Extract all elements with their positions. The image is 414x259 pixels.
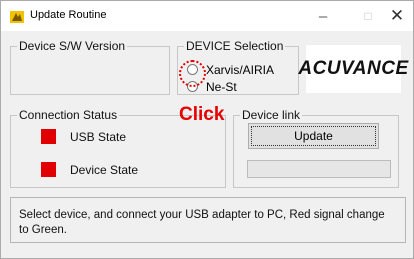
update-progress-bar [247,160,391,178]
close-icon[interactable]: ✕ [375,1,414,31]
device-selection-label: DEVICE Selection [186,39,284,53]
device-state-indicator-icon [41,162,56,177]
minimize-icon[interactable]: – [301,1,345,31]
update-button[interactable]: Update [248,123,379,149]
device-state-label: Device State [70,163,139,177]
window-title: Update Routine [30,9,107,21]
logo-text: ACUVANCE [298,58,409,79]
device-link-label: Device link [242,108,301,122]
usb-state-label: USB State [70,130,127,144]
acuvance-logo: ACUVANCE [298,45,408,93]
instruction-message: Select device, and connect your USB adap… [10,197,406,243]
device-sw-version-group: Device S/W Version [10,39,170,95]
app-icon [10,10,24,23]
radio-ne-st-label[interactable]: Ne-St [206,80,237,94]
title-bar[interactable]: Update Routine – □ ✕ [1,1,413,31]
device-sw-version-label: Device S/W Version [19,39,126,53]
click-highlight-ring [179,60,206,87]
connection-status-label: Connection Status [19,108,118,122]
radio-xarvis-airia-label[interactable]: Xarvis/AIRIA [206,63,274,77]
click-annotation: Click [179,104,225,125]
usb-state-indicator-icon [41,129,56,144]
update-routine-window: Update Routine – □ ✕ Device S/W Version … [0,0,414,259]
